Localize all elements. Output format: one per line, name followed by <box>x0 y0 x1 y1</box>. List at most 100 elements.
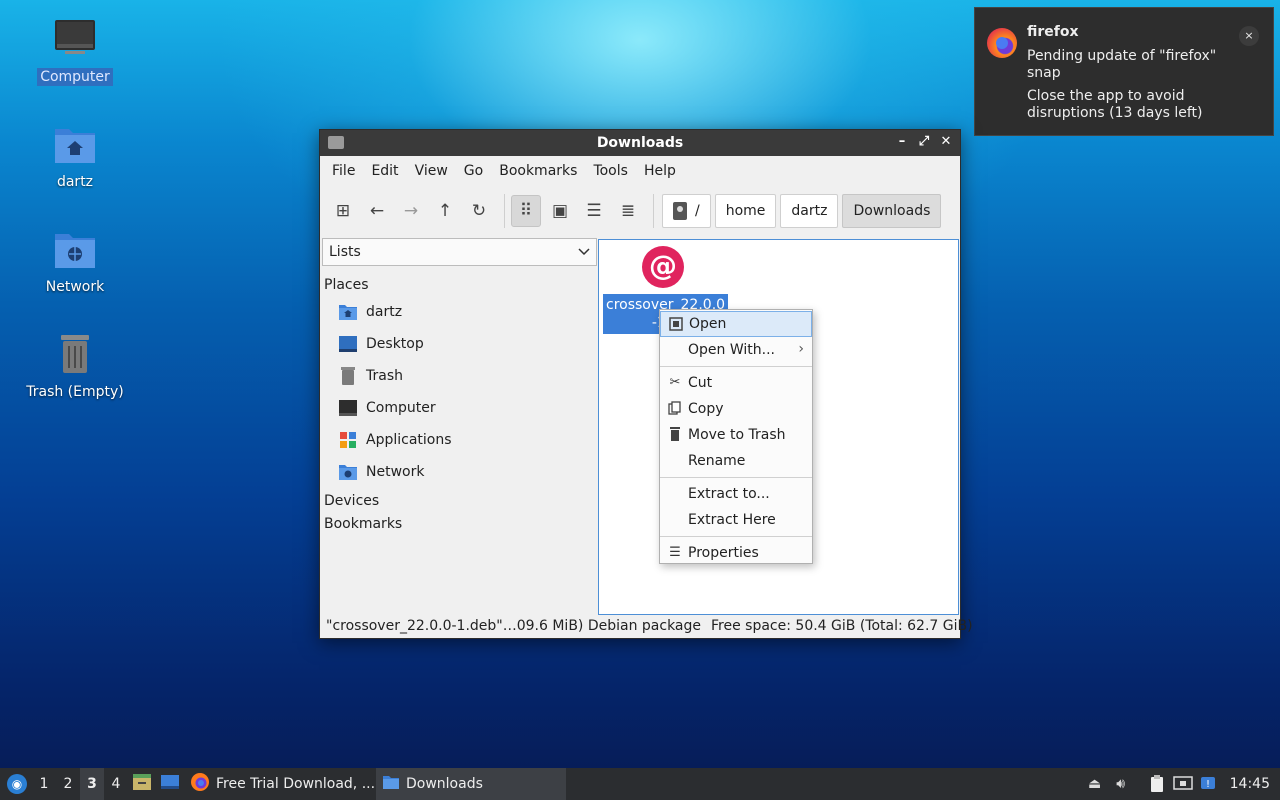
close-button[interactable]: ✕ <box>938 133 954 151</box>
back-button[interactable]: ← <box>362 195 392 227</box>
start-menu-icon: ◉ <box>7 774 27 794</box>
breadcrumb-home[interactable]: home <box>714 194 777 228</box>
desktop-icon-label: Trash (Empty) <box>26 384 124 400</box>
workspace-1[interactable]: 1 <box>32 768 56 800</box>
sidebar-item-label: Computer <box>366 400 436 416</box>
menu-item-extract-here[interactable]: Extract Here <box>660 507 812 533</box>
notification-body: Pending update of "firefox" snap Close t… <box>1027 48 1237 128</box>
sidebar-item-dartz[interactable]: dartz <box>321 296 597 328</box>
sidebar-mode-select[interactable]: Lists <box>322 238 597 266</box>
sidebar-item-computer[interactable]: Computer <box>321 392 597 424</box>
thumbnail-view-button[interactable]: ▣ <box>545 195 575 227</box>
sidebar-item-desktop[interactable]: Desktop <box>321 328 597 360</box>
sidebar-item-label: Applications <box>366 432 452 448</box>
window-titlebar[interactable]: Downloads – ⤢ ✕ <box>320 130 960 156</box>
sidebar-item-trash[interactable]: Trash <box>321 360 597 392</box>
minimize-button[interactable]: – <box>894 133 910 151</box>
file-manager-launcher[interactable] <box>130 768 154 800</box>
menu-separator <box>660 477 812 478</box>
icon-view-button[interactable]: ⠿ <box>511 195 541 227</box>
workspace-3[interactable]: 3 <box>80 768 104 800</box>
sidebar-heading-devices[interactable]: Devices <box>321 490 597 512</box>
menu-edit[interactable]: Edit <box>363 159 406 183</box>
menu-help[interactable]: Help <box>636 159 684 183</box>
menu-item-properties[interactable]: ☰ Properties <box>660 540 812 566</box>
clock[interactable]: 14:45 <box>1222 776 1280 792</box>
tray-spacer <box>1134 768 1144 800</box>
menu-bookmarks[interactable]: Bookmarks <box>491 159 585 183</box>
menu-separator <box>660 366 812 367</box>
desktop-icon-computer[interactable]: Computer <box>15 18 135 86</box>
notification-close-button[interactable]: × <box>1239 26 1259 46</box>
network-folder-icon <box>51 228 99 272</box>
maximize-button[interactable]: ⤢ <box>916 133 932 151</box>
menu-item-copy[interactable]: Copy <box>660 396 812 422</box>
monitor-icon <box>338 399 358 417</box>
file-manager-icon <box>132 773 152 795</box>
menu-item-label: Properties <box>688 545 759 561</box>
up-button[interactable]: ↑ <box>430 195 460 227</box>
file-manager-window: Downloads – ⤢ ✕ File Edit View Go Bookma… <box>319 129 973 639</box>
sidebar-item-applications[interactable]: Applications <box>321 424 597 456</box>
task-downloads[interactable]: Downloads <box>376 768 566 800</box>
menu-item-move-to-trash[interactable]: Move to Trash <box>660 422 812 448</box>
toolbar: ⊞ ← → ↑ ↻ ⠿ ▣ ☰ ≣ / home dartz Downloads <box>320 186 960 236</box>
firefox-icon <box>987 28 1017 58</box>
reload-button[interactable]: ↻ <box>464 195 494 227</box>
menu-item-open-with[interactable]: Open With... › <box>660 337 812 363</box>
sidebar-item-label: Trash <box>366 368 403 384</box>
firefox-icon <box>190 772 210 796</box>
task-label: Free Trial Download, ... <box>216 776 376 792</box>
system-tray: ⏏ 🔊︎ ! 14:45 <box>1082 768 1280 800</box>
desktop-icon-dartz[interactable]: dartz <box>15 123 135 191</box>
volume-icon[interactable]: 🔊︎ <box>1108 768 1134 800</box>
task-firefox[interactable]: Free Trial Download, ... <box>184 768 376 800</box>
applications-icon <box>338 431 358 449</box>
breadcrumb: / home dartz Downloads <box>662 194 942 228</box>
menu-item-open[interactable]: Open <box>660 311 812 337</box>
home-folder-icon <box>338 303 358 321</box>
desktop-icon-trash[interactable]: Trash (Empty) <box>15 333 135 401</box>
compact-view-button[interactable]: ☰ <box>579 195 609 227</box>
menu-tools[interactable]: Tools <box>585 159 636 183</box>
menu-file[interactable]: File <box>324 159 363 183</box>
detailed-view-button[interactable]: ≣ <box>613 195 643 227</box>
menu-go[interactable]: Go <box>456 159 491 183</box>
menu-view[interactable]: View <box>407 159 456 183</box>
task-label: Downloads <box>406 776 483 792</box>
breadcrumb-downloads[interactable]: Downloads <box>842 194 942 228</box>
properties-icon: ☰ <box>669 545 681 560</box>
sidebar-heading-places[interactable]: Places <box>321 274 597 296</box>
new-tab-button[interactable]: ⊞ <box>328 195 358 227</box>
clipboard-icon[interactable] <box>1144 768 1170 800</box>
breadcrumb-dartz[interactable]: dartz <box>780 194 839 228</box>
forward-button[interactable]: → <box>396 195 426 227</box>
desktop-icon-network[interactable]: Network <box>15 228 135 296</box>
taskbar: ◉ 1 2 3 4 Free Trial Download, ... Downl… <box>0 768 1280 800</box>
debian-package-icon: @ <box>642 246 684 288</box>
desktop-icon-label: dartz <box>56 174 94 190</box>
menu-item-rename[interactable]: Rename <box>660 448 812 474</box>
menu-item-cut[interactable]: ✂ Cut <box>660 370 812 396</box>
notification-line: Close the app to avoid disruptions (13 d… <box>1027 88 1203 121</box>
show-desktop-button[interactable] <box>158 768 182 800</box>
sidebar-item-network[interactable]: Network <box>321 456 597 488</box>
trash-icon <box>338 367 358 385</box>
sidebar-heading-bookmarks[interactable]: Bookmarks <box>321 513 597 535</box>
drive-icon <box>673 202 687 220</box>
start-menu-button[interactable]: ◉ <box>2 769 32 799</box>
window-title: Downloads <box>596 135 684 151</box>
eject-icon[interactable]: ⏏ <box>1082 768 1108 800</box>
trash-icon <box>667 427 683 443</box>
network-icon[interactable] <box>1170 768 1196 800</box>
status-free-space: Free space: 50.4 GiB (Total: 62.7 GiB) <box>711 618 973 634</box>
breadcrumb-root[interactable]: / <box>662 194 711 228</box>
network-folder-icon <box>338 463 358 481</box>
toolbar-separator <box>504 194 505 228</box>
workspace-2[interactable]: 2 <box>56 768 80 800</box>
menu-item-extract-to[interactable]: Extract to... <box>660 481 812 507</box>
notification-popup[interactable]: firefox Pending update of "firefox" snap… <box>974 7 1274 136</box>
desktop-icon <box>338 335 358 353</box>
update-notifier-icon[interactable]: ! <box>1196 768 1222 800</box>
workspace-4[interactable]: 4 <box>104 768 128 800</box>
